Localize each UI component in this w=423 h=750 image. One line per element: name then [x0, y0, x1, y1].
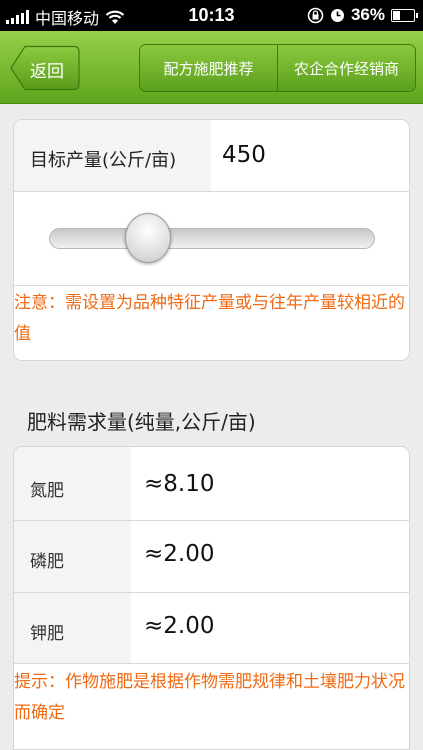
- battery-fill: [393, 10, 400, 20]
- fertilizer-label: 钾肥: [30, 624, 64, 644]
- yield-slider-track[interactable]: [49, 228, 375, 249]
- divider: [14, 191, 409, 192]
- fertilizer-label: 氮肥: [30, 481, 64, 501]
- status-right: 36%: [307, 5, 418, 25]
- battery-percent: 36%: [350, 5, 385, 24]
- tab-fertilizer-recommendation[interactable]: 配方施肥推荐: [140, 45, 277, 91]
- divider: [14, 285, 409, 286]
- orientation-lock-icon: [307, 7, 324, 23]
- back-button[interactable]: 返回: [10, 45, 80, 91]
- fertilizer-value: ≈2.00: [144, 613, 215, 639]
- yield-slider-thumb[interactable]: [125, 213, 171, 263]
- target-yield-card: 目标产量(公斤/亩) 450 注意：需设置为品种特征产量或与往年产量较相近的值: [13, 119, 410, 361]
- alarm-icon: [330, 8, 344, 22]
- target-note: 注意：需设置为品种特征产量或与往年产量较相近的值: [14, 293, 405, 344]
- fertilizer-value: ≈8.10: [144, 471, 215, 497]
- fertilizer-label: 磷肥: [30, 552, 64, 572]
- fertilizer-row-phosphorus: 磷肥 ≈2.00: [14, 521, 409, 592]
- target-yield-row: 目标产量(公斤/亩) 450: [14, 120, 409, 191]
- target-yield-label: 目标产量(公斤/亩): [30, 150, 177, 171]
- tab-dealers[interactable]: 农企合作经销商: [277, 45, 415, 91]
- status-bar: 中国移动 10:13 36%: [0, 0, 423, 31]
- requirement-note: 提示：作物施肥是根据作物需肥规律和土壤肥力状况而确定: [14, 672, 405, 723]
- requirement-card: 氮肥 ≈8.10 磷肥 ≈2.00 钾肥 ≈2.00 提示：作物施肥是根据作物需…: [13, 446, 410, 750]
- target-yield-value[interactable]: 450: [222, 142, 266, 168]
- battery-icon: [391, 8, 418, 22]
- fertilizer-value: ≈2.00: [144, 541, 215, 567]
- fertilizer-row-potassium: 钾肥 ≈2.00: [14, 593, 409, 663]
- fertilizer-row-nitrogen: 氮肥 ≈8.10: [14, 447, 409, 520]
- nav-bar: 返回 配方施肥推荐 农企合作经销商: [0, 31, 423, 104]
- segmented-tabs: 配方施肥推荐 农企合作经销商: [139, 44, 416, 92]
- requirement-section-title: 肥料需求量(纯量,公斤/亩): [27, 410, 256, 434]
- divider: [14, 663, 409, 664]
- back-label: 返回: [30, 62, 64, 82]
